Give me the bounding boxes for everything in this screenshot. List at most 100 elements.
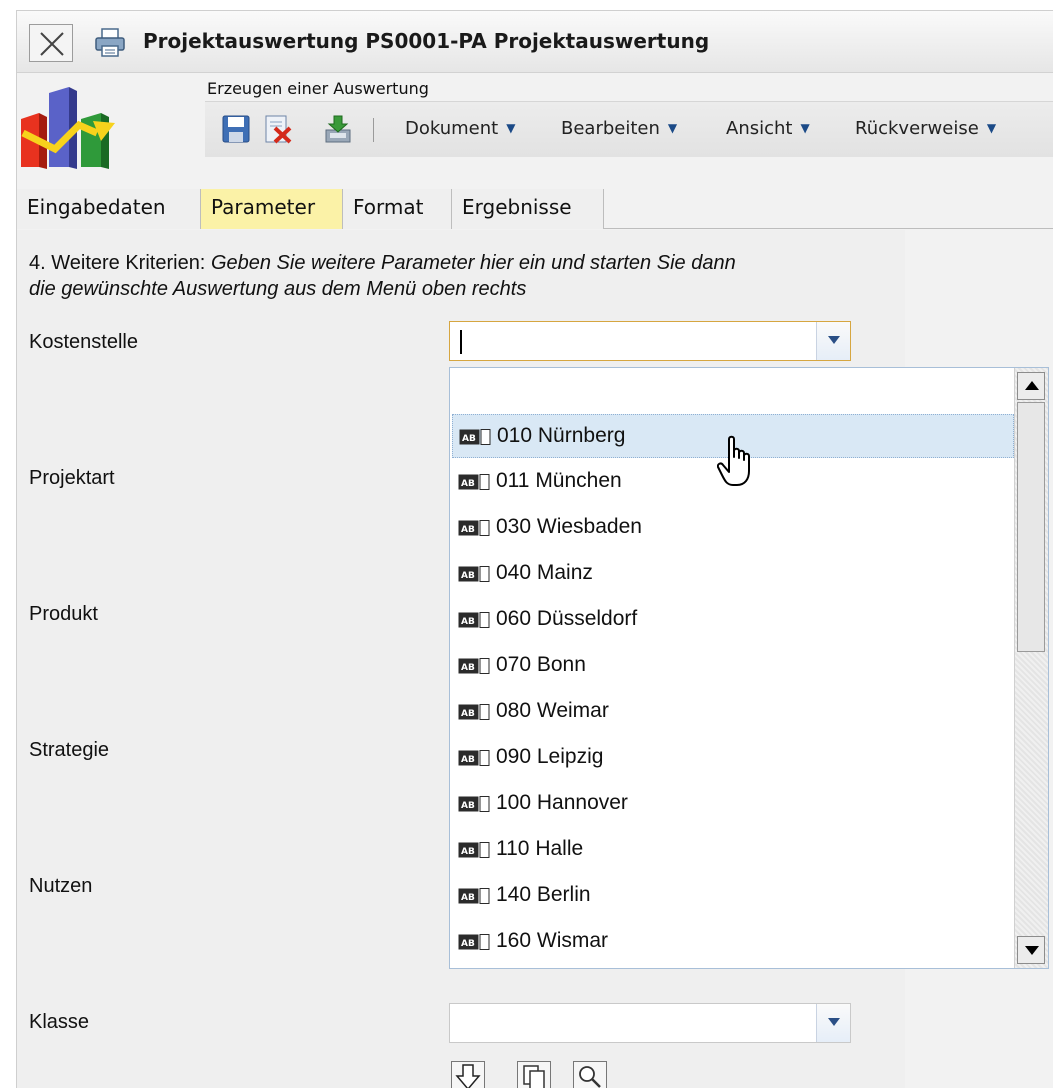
- svg-text:AB: AB: [461, 571, 475, 581]
- dropdown-option-label: 010 Nürnberg: [497, 424, 626, 447]
- label-kostenstelle: Kostenstelle: [29, 331, 138, 353]
- caret-down-icon: ▼: [986, 121, 997, 135]
- menu-bearbeiten[interactable]: Bearbeiten ▼: [561, 118, 677, 139]
- dropdown-option-label: 030 Wiesbaden: [496, 515, 642, 538]
- scroll-down-button[interactable]: [1017, 936, 1045, 964]
- text-value-icon: AB: [458, 750, 490, 766]
- dropdown-option[interactable]: AB 070 Bonn: [452, 644, 1014, 688]
- dropdown-option-label: 080 Weimar: [496, 699, 609, 722]
- arrow-down-icon: [1025, 946, 1039, 955]
- text-caret: [460, 330, 462, 354]
- chevron-down-icon: [828, 1018, 840, 1026]
- dropdown-option[interactable]: AB 060 Düsseldorf: [452, 598, 1014, 642]
- toolbar-separator: [373, 118, 374, 142]
- dropdown-option-label: 140 Berlin: [496, 883, 591, 906]
- tab-eingabedaten[interactable]: Eingabedaten: [17, 189, 201, 229]
- text-value-icon: AB: [458, 658, 490, 674]
- dropdown-option-label: 100 Hannover: [496, 791, 628, 814]
- svg-text:AB: AB: [461, 663, 475, 673]
- caret-down-icon: ▼: [506, 121, 516, 135]
- text-value-icon: AB: [458, 934, 490, 950]
- svg-text:AB: AB: [461, 525, 475, 535]
- hand-pointer-icon: [717, 435, 750, 486]
- caret-down-icon: ▼: [667, 121, 678, 135]
- text-value-icon: AB: [458, 566, 490, 582]
- text-value-icon: AB: [459, 429, 491, 445]
- dropdown-option[interactable]: AB 080 Weimar: [452, 690, 1014, 734]
- tab-ergebnisse[interactable]: Ergebnisse: [452, 189, 604, 229]
- instructions-prefix: 4. Weitere Kriterien:: [29, 252, 211, 274]
- svg-text:AB: AB: [461, 801, 475, 811]
- chevron-down-icon: [828, 336, 840, 344]
- tab-bar: Eingabedaten Parameter Format Ergebnisse: [17, 183, 1053, 229]
- klasse-combobox[interactable]: [449, 1003, 851, 1043]
- chart-logo-icon: [21, 87, 115, 169]
- scroll-up-button[interactable]: [1017, 372, 1045, 400]
- title-bar: Projektauswertung PS0001-PA Projektauswe…: [17, 11, 1053, 73]
- menu-rueckverweise[interactable]: Rückverweise ▼: [855, 118, 996, 139]
- tab-format[interactable]: Format: [343, 189, 452, 229]
- menu-dokument[interactable]: Dokument ▼: [405, 118, 515, 139]
- save-icon[interactable]: [221, 114, 251, 144]
- svg-text:AB: AB: [461, 709, 475, 719]
- dropdown-option[interactable]: AB 140 Berlin: [452, 874, 1014, 918]
- label-strategie: Strategie: [29, 739, 110, 761]
- instructions: 4. Weitere Kriterien: Geben Sie weitere …: [29, 250, 899, 302]
- kostenstelle-dropdown-button[interactable]: [816, 322, 850, 360]
- svg-text:AB: AB: [461, 479, 475, 489]
- dropdown-option[interactable]: AB 030 Wiesbaden: [452, 506, 1014, 550]
- label-projektart: Projektart: [29, 467, 115, 489]
- dropdown-option-label: 160 Wismar: [496, 929, 609, 952]
- text-value-icon: AB: [458, 520, 490, 536]
- label-produkt: Produkt: [29, 603, 98, 625]
- arrow-up-icon: [1025, 381, 1039, 390]
- instructions-line2: die gewünschte Auswertung aus dem Menü o…: [29, 278, 527, 300]
- header-caption: Erzeugen einer Auswertung: [207, 79, 429, 98]
- instructions-line1: Geben Sie weitere Parameter hier ein und…: [210, 252, 736, 274]
- dropdown-option-label: 060 Düsseldorf: [496, 607, 638, 630]
- search-icon: [579, 1066, 601, 1088]
- text-value-icon: AB: [458, 888, 490, 904]
- text-value-icon: AB: [458, 842, 490, 858]
- menu-rueckverweise-label: Rückverweise: [855, 118, 979, 139]
- tab-parameter[interactable]: Parameter: [201, 189, 343, 229]
- label-nutzen: Nutzen: [29, 875, 93, 897]
- dropdown-option-label: 070 Bonn: [496, 653, 586, 676]
- svg-text:AB: AB: [461, 893, 475, 903]
- svg-text:AB: AB: [461, 847, 475, 857]
- dropdown-option-label: 040 Mainz: [496, 561, 593, 584]
- dropdown-option-label: 090 Leipzig: [496, 745, 604, 768]
- kostenstelle-combobox[interactable]: [449, 321, 851, 361]
- delete-icon[interactable]: [263, 114, 293, 144]
- dropdown-option[interactable]: AB 110 Halle: [452, 828, 1014, 872]
- copy-button[interactable]: [517, 1061, 551, 1088]
- search-button[interactable]: [573, 1061, 607, 1088]
- copy-icon: [523, 1065, 545, 1088]
- svg-text:AB: AB: [461, 939, 475, 949]
- caret-down-icon: ▼: [800, 121, 810, 135]
- application-window: Projektauswertung PS0001-PA Projektauswe…: [16, 10, 1053, 1088]
- text-value-icon: AB: [458, 474, 490, 490]
- svg-text:AB: AB: [461, 617, 475, 627]
- toolbar: Dokument ▼ Bearbeiten ▼ Ansicht ▼ Rückverwe…: [205, 101, 1053, 157]
- arrow-down-icon: [455, 1064, 481, 1088]
- dropdown-option[interactable]: AB 040 Mainz: [452, 552, 1014, 596]
- dropdown-option-label: 110 Halle: [496, 837, 584, 860]
- menu-dokument-label: Dokument: [405, 118, 499, 139]
- dropdown-option[interactable]: AB 160 Wismar: [452, 920, 1014, 964]
- klasse-dropdown-button[interactable]: [816, 1004, 850, 1042]
- dropdown-option[interactable]: AB 090 Leipzig: [452, 736, 1014, 780]
- print-button[interactable]: [93, 27, 127, 59]
- header: Erzeugen einer Auswertung Dokument ▼ Bea…: [17, 73, 1053, 183]
- dropdown-option-label: 011 München: [496, 469, 622, 492]
- menu-ansicht[interactable]: Ansicht ▼: [726, 118, 810, 139]
- menu-bearbeiten-label: Bearbeiten: [561, 118, 660, 139]
- scroll-thumb[interactable]: [1017, 402, 1045, 652]
- dropdown-scrollbar[interactable]: [1014, 368, 1048, 968]
- export-icon[interactable]: [323, 114, 353, 144]
- text-value-icon: AB: [458, 796, 490, 812]
- apply-button[interactable]: [451, 1061, 485, 1088]
- text-value-icon: AB: [458, 612, 490, 628]
- dropdown-option[interactable]: AB 100 Hannover: [452, 782, 1014, 826]
- close-button[interactable]: [29, 24, 73, 62]
